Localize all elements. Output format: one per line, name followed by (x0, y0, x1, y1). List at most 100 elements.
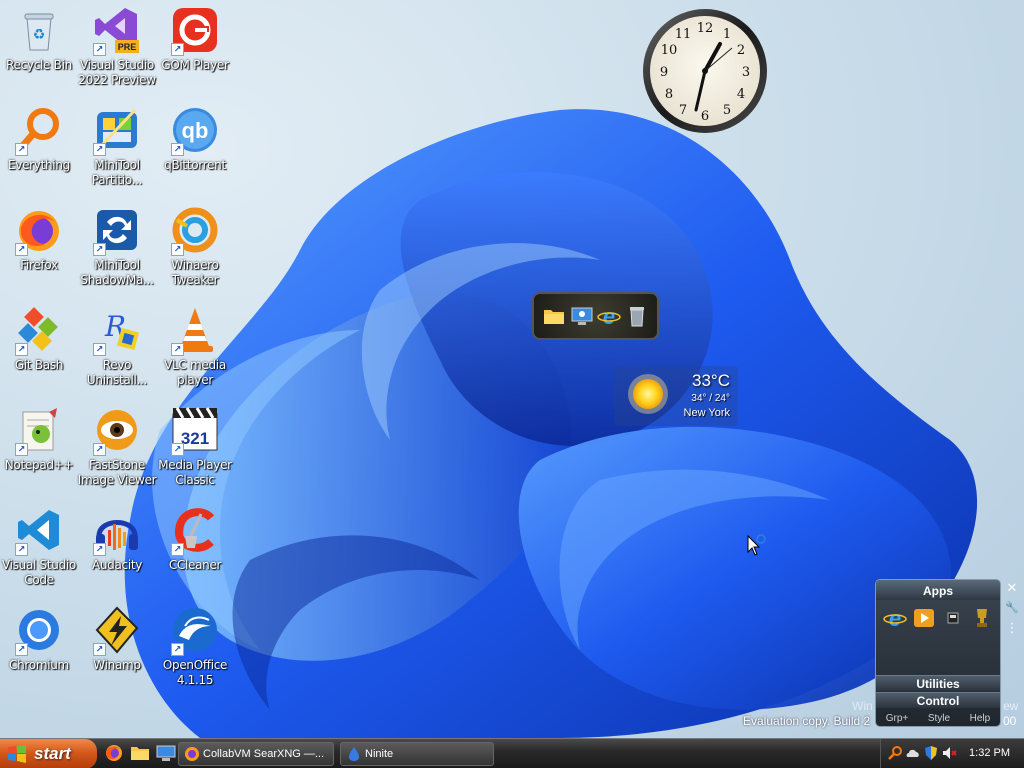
desktop-icon-label: Winaero Tweaker (171, 258, 219, 287)
everything-search-icon[interactable] (887, 745, 903, 761)
tray-clock[interactable]: 1:32 PM (969, 747, 1010, 759)
svg-text:5: 5 (723, 103, 731, 118)
close-icon[interactable]: ✕ (1003, 579, 1021, 597)
vlc-icon: ↗ (171, 306, 219, 356)
chromium-icon: ↗ (15, 606, 63, 656)
apps-footer-style-button[interactable]: Style (928, 713, 950, 724)
media-player-classic-icon: 321 ↗ (171, 406, 219, 456)
firefox-icon (185, 747, 199, 761)
desktop-icon-label: MiniTool ShadowMa... (80, 258, 154, 287)
notepad-plus-plus-icon: ↗ (15, 406, 63, 456)
svg-text:PRE: PRE (118, 42, 137, 52)
svg-text:7: 7 (679, 103, 687, 118)
monitor-icon[interactable] (156, 743, 176, 763)
cloud-sync-icon[interactable] (905, 745, 921, 761)
desktop-icon-ccleaner[interactable]: ↗ CCleaner (157, 500, 233, 594)
desktop-icon-media-player-classic[interactable]: 321 ↗ Media Player Classic (157, 400, 233, 494)
everything-search-icon: ↗ (15, 106, 63, 156)
weather-city: New York (683, 407, 730, 419)
security-shield-icon[interactable] (923, 745, 939, 761)
start-button[interactable]: start (0, 739, 97, 768)
desktop-icon-label: VLC media player (164, 358, 226, 387)
watermark-line1: Win (852, 699, 873, 713)
system-tray: 1:32 PM (880, 739, 1024, 768)
desktop-icon-qbittorrent[interactable]: qb ↗ qBittorrent (157, 100, 233, 194)
desktop-icon-label: Visual Studio Code (2, 558, 76, 587)
desktop-icon-winamp[interactable]: ↗ Winamp (79, 600, 155, 694)
drag-handle-icon[interactable]: ⋮ (1003, 619, 1021, 637)
desktop-icon-vscode[interactable]: ↗ Visual Studio Code (1, 500, 77, 594)
trophy-icon[interactable] (970, 606, 994, 630)
shortcut-arrow-icon: ↗ (171, 243, 184, 256)
desktop-icon-visual-studio-preview[interactable]: PRE ↗ Visual Studio 2022 Preview (78, 0, 156, 94)
shortcut-arrow-icon: ↗ (93, 643, 106, 656)
desktop-icon-gom-player[interactable]: ↗ GOM Player (157, 0, 233, 94)
desktop-icon-audacity[interactable]: ↗ Audacity (79, 500, 155, 594)
desktop-icon-minitool-shadowmaker[interactable]: ↗ MiniTool ShadowMa... (79, 200, 155, 294)
apps-panel-side-controls: ✕ 🔧 ⋮ (1003, 579, 1023, 639)
desktop-icon-label: GOM Player (161, 58, 229, 72)
folder-icon[interactable] (542, 304, 566, 328)
internet-explorer-icon[interactable]: e (882, 606, 907, 630)
qbittorrent-icon: qb ↗ (171, 106, 219, 156)
apps-panel[interactable]: Apps e Utilities Control Grp+ Style Help (875, 579, 1001, 727)
shortcut-arrow-icon: ↗ (171, 343, 184, 356)
desktop-icon-openoffice[interactable]: ↗ OpenOffice 4.1.15 (157, 600, 233, 694)
desktop-icon-label: Notepad++ (4, 458, 74, 472)
desktop-icon-label: Firefox (20, 258, 58, 272)
svg-text:12: 12 (697, 21, 714, 36)
desktop-icon-recycle-bin[interactable]: ♻ Recycle Bin (1, 0, 77, 94)
quick-launch-bar (104, 743, 176, 763)
terminal-icon[interactable] (941, 606, 965, 630)
taskbar-task-ninite[interactable]: Ninite (340, 742, 494, 766)
internet-explorer-icon[interactable]: e (597, 304, 622, 328)
svg-text:e: e (603, 304, 615, 328)
apps-footer-grp-button[interactable]: Grp+ (886, 713, 909, 724)
firefox-icon[interactable] (104, 743, 124, 763)
shortcut-arrow-icon: ↗ (93, 143, 106, 156)
clock-gadget[interactable]: 12 12 345 678 91011 (640, 6, 770, 136)
desktop[interactable]: ♻ Recycle Bin ↗ Everything ↗ Firefox ↗ G… (0, 0, 1024, 738)
desktop-icon-winaero-tweaker[interactable]: ↗ Winaero Tweaker (157, 200, 233, 294)
svg-text:8: 8 (665, 87, 673, 102)
firefox-icon: ↗ (15, 206, 63, 256)
desktop-icon-label: qBittorrent (164, 158, 226, 172)
folder-icon[interactable] (130, 743, 150, 763)
desktop-icon-revo-uninstaller[interactable]: R ↗ Revo Uninstall... (79, 300, 155, 394)
desktop-icon-vlc[interactable]: ↗ VLC media player (157, 300, 233, 394)
desktop-icon-faststone[interactable]: ↗ FastStone Image Viewer (78, 400, 157, 494)
taskbar-task-collabvm[interactable]: CollabVM SearXNG —... (178, 742, 334, 766)
trash-icon[interactable] (625, 304, 649, 328)
weather-gadget[interactable]: 33°C 34° / 24° New York (614, 366, 738, 426)
busy-cursor-icon (747, 534, 766, 556)
weather-range: 34° / 24° (691, 393, 730, 404)
media-player-icon[interactable] (912, 606, 936, 630)
svg-text:3: 3 (742, 65, 750, 80)
svg-text:♻: ♻ (33, 26, 46, 42)
desktop-icon-label: Media Player Classic (158, 458, 232, 487)
volume-muted-icon[interactable] (941, 745, 957, 761)
openoffice-icon: ↗ (171, 606, 219, 656)
visual-studio-preview-icon: PRE ↗ (93, 6, 141, 56)
apps-footer-help-button[interactable]: Help (970, 713, 991, 724)
desktop-icon-everything[interactable]: ↗ Everything (1, 100, 77, 194)
git-bash-icon: ↗ (15, 306, 63, 356)
taskbar-task-label: Ninite (365, 748, 394, 760)
desktop-icon-minitool-partition[interactable]: ↗ MiniTool Partitio... (79, 100, 155, 194)
shortcut-arrow-icon: ↗ (93, 443, 106, 456)
svg-text:321: 321 (181, 429, 209, 448)
desktop-icon-label: Recycle Bin (6, 58, 72, 72)
desktop-icon-git-bash[interactable]: ↗ Git Bash (1, 300, 77, 394)
svg-text:11: 11 (675, 27, 692, 42)
shortcut-arrow-icon: ↗ (15, 243, 28, 256)
desktop-icon-notepad-plus-plus[interactable]: ↗ Notepad++ (1, 400, 77, 494)
ninite-icon (349, 747, 359, 761)
wrench-icon[interactable]: 🔧 (1003, 599, 1021, 617)
winamp-icon: ↗ (93, 606, 141, 656)
control-panel-icon[interactable] (570, 304, 594, 328)
shortcut-arrow-icon: ↗ (171, 143, 184, 156)
desktop-icon-firefox[interactable]: ↗ Firefox (1, 200, 77, 294)
apps-section-control[interactable]: Control (876, 692, 1000, 708)
apps-section-utilities[interactable]: Utilities (876, 675, 1000, 691)
desktop-icon-chromium[interactable]: ↗ Chromium (1, 600, 77, 694)
